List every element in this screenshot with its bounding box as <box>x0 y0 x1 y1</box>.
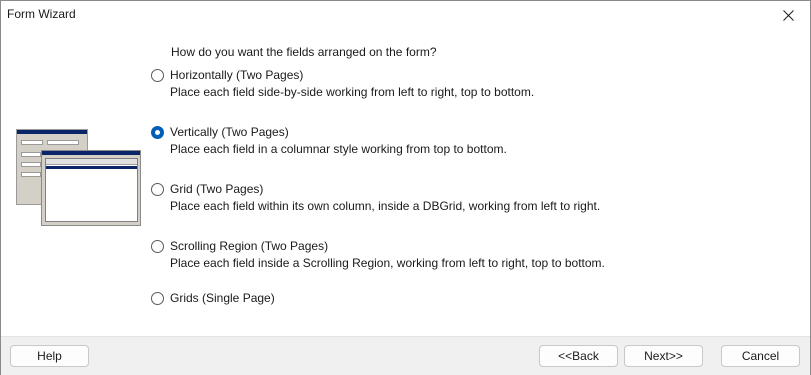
preview-front-window <box>41 150 141 226</box>
arrangement-question: How do you want the fields arranged on t… <box>171 45 437 59</box>
back-button[interactable]: <<Back <box>539 345 618 367</box>
option-label[interactable]: Horizontally (Two Pages) <box>170 68 303 82</box>
title-bar: Form Wizard <box>1 1 810 29</box>
window-title: Form Wizard <box>7 7 76 21</box>
form-wizard-dialog: Form Wizard How do you want the fields a… <box>0 0 811 375</box>
option-label[interactable]: Grid (Two Pages) <box>170 182 263 196</box>
button-bar: Help <<Back Next>> Cancel <box>1 336 810 375</box>
option-label[interactable]: Scrolling Region (Two Pages) <box>170 239 328 253</box>
radio-grid[interactable] <box>151 183 164 196</box>
layout-preview-image <box>16 129 141 226</box>
close-button[interactable] <box>766 1 810 29</box>
help-button[interactable]: Help <box>10 345 89 367</box>
option-label[interactable]: Grids (Single Page) <box>170 291 275 305</box>
radio-scrolling-region[interactable] <box>151 240 164 253</box>
radio-vertically[interactable] <box>151 126 164 139</box>
radio-grids-single-page[interactable] <box>151 292 164 305</box>
option-label[interactable]: Vertically (Two Pages) <box>170 125 289 139</box>
close-icon <box>782 9 794 21</box>
radio-horizontally[interactable] <box>151 69 164 82</box>
option-description: Place each field within its own column, … <box>170 199 601 213</box>
option-description: Place each field inside a Scrolling Regi… <box>170 256 605 270</box>
option-description: Place each field side-by-side working fr… <box>170 85 535 99</box>
option-description: Place each field in a columnar style wor… <box>170 142 507 156</box>
cancel-button[interactable]: Cancel <box>721 345 800 367</box>
next-button[interactable]: Next>> <box>624 345 703 367</box>
